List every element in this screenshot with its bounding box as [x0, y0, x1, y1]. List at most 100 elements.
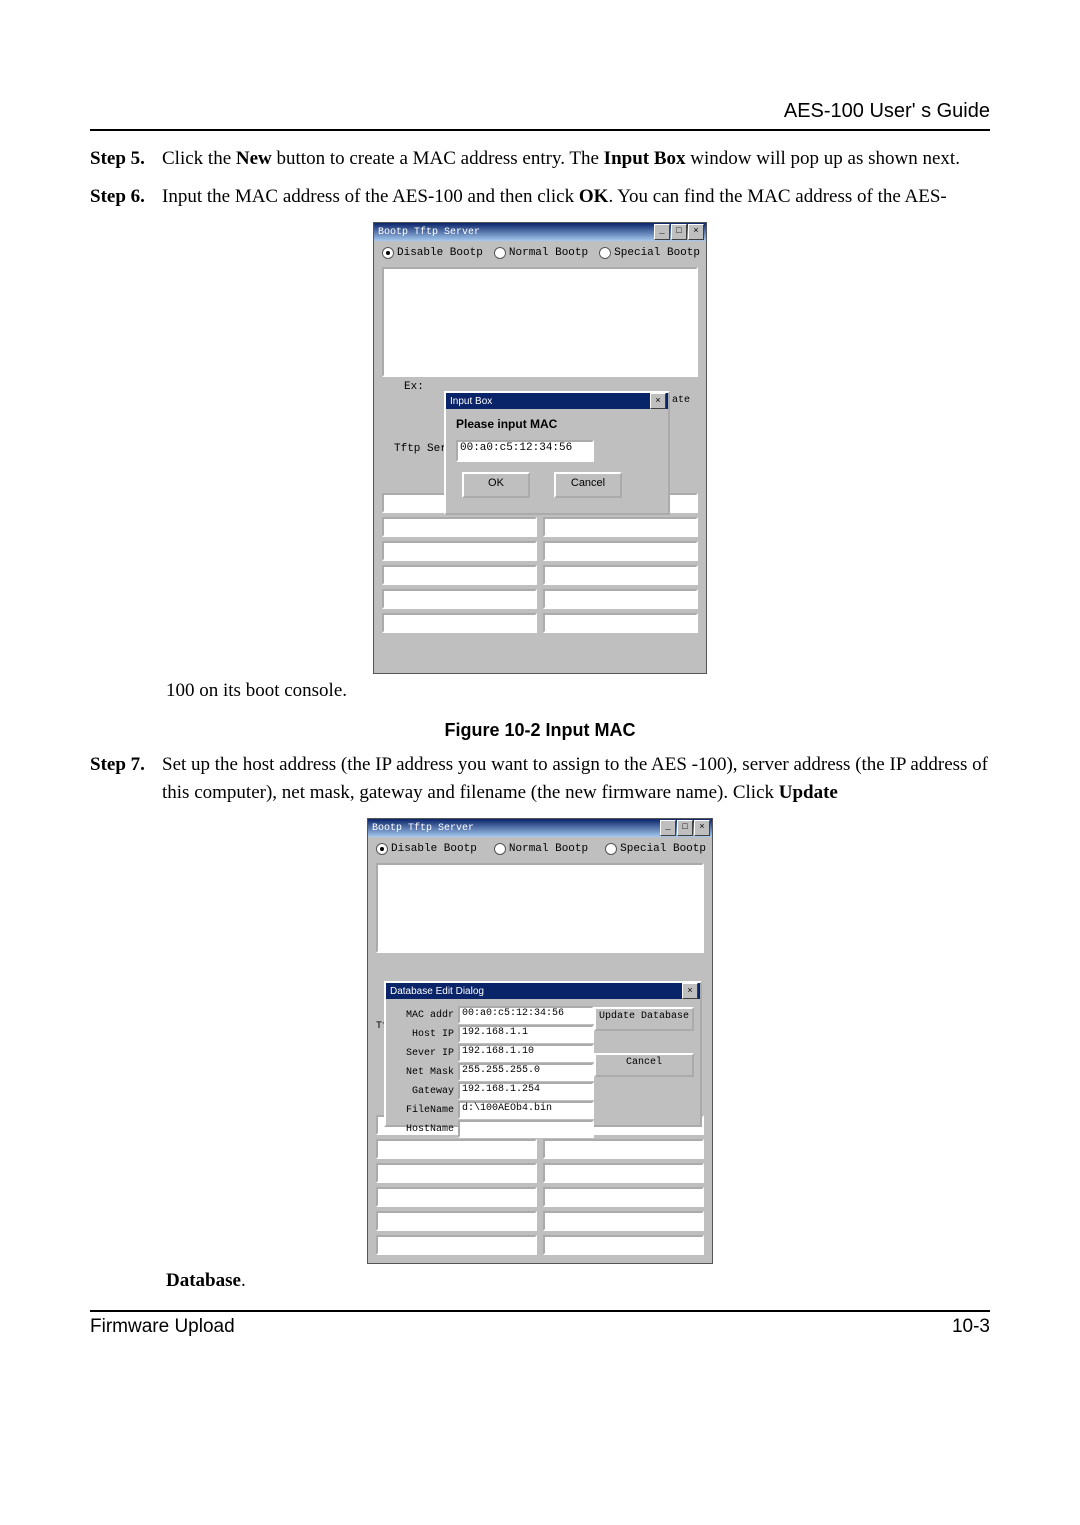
table-row — [376, 1163, 704, 1183]
figure-10-2-caption: Figure 10-2 Input MAC — [90, 720, 990, 741]
header-rule — [90, 129, 990, 131]
header-title: AES-100 User' s Guide — [90, 100, 990, 123]
win2-radios: Disable Bootp Normal Bootp Special Bootp — [368, 837, 712, 859]
filename-input[interactable]: d:\100AEOb4.bin — [458, 1101, 594, 1119]
table-cell — [543, 565, 698, 585]
table-cell — [543, 1235, 704, 1255]
table-row — [382, 541, 698, 561]
step-6: Step 6. Input the MAC address of the AES… — [90, 183, 990, 211]
radio-disable-label: Disable Bootp — [391, 843, 477, 855]
row-filename: FileNamed:\100AEOb4.bin — [394, 1101, 692, 1119]
table-cell — [376, 1163, 537, 1183]
table-row — [382, 613, 698, 633]
step6-t1: Input the MAC address of the AES-100 and… — [162, 186, 579, 207]
mac-addr-input[interactable]: 00:a0:c5:12:34:56 — [458, 1006, 594, 1024]
win2-list-area — [376, 863, 704, 953]
database-edit-dialog: Database Edit Dialog × MAC addr00:a0:c5:… — [384, 981, 702, 1127]
radio-icon — [599, 247, 611, 259]
step7-update: Update — [779, 782, 838, 803]
win2-titlebar: Bootp Tftp Server _ □ × — [368, 819, 712, 837]
sever-ip-input[interactable]: 192.168.1.10 — [458, 1044, 594, 1062]
step5-t2: button to create a MAC address entry. Th… — [272, 148, 604, 169]
table-cell — [543, 541, 698, 561]
radio-special-bootp[interactable]: Special Bootp — [599, 247, 700, 259]
step5-t1: Click the — [162, 148, 236, 169]
ok-button[interactable]: OK — [462, 472, 530, 498]
database-line: Database. — [166, 1270, 990, 1292]
footer-left: Firmware Upload — [90, 1316, 235, 1338]
table-row — [376, 1235, 704, 1255]
radio-disable-bootp[interactable]: Disable Bootp — [376, 843, 477, 855]
database-word: Database — [166, 1270, 241, 1291]
mac-input[interactable]: 00:a0:c5:12:34:56 — [456, 440, 594, 462]
close-icon[interactable]: × — [682, 983, 698, 999]
hostname-input[interactable] — [458, 1120, 594, 1138]
radio-normal-bootp[interactable]: Normal Bootp — [494, 843, 588, 855]
cancel-button[interactable]: Cancel — [554, 472, 622, 498]
step5-inputbox: Input Box — [604, 148, 686, 169]
filename-label: FileName — [394, 1105, 458, 1116]
sever-ip-label: Sever IP — [394, 1048, 458, 1059]
radio-special-label: Special Bootp — [614, 247, 700, 259]
row-hostname: HostName — [394, 1120, 692, 1138]
maximize-icon[interactable]: □ — [677, 820, 693, 836]
step-5-label: Step 5. — [90, 145, 162, 173]
step-5-text: Click the New button to create a MAC add… — [162, 145, 990, 173]
net-mask-input[interactable]: 255.255.255.0 — [458, 1063, 594, 1081]
radio-icon — [605, 843, 617, 855]
dialog1-titlebar: Input Box × — [446, 393, 668, 409]
close-icon[interactable]: × — [688, 224, 704, 240]
table-cell — [376, 1211, 537, 1231]
radio-normal-bootp[interactable]: Normal Bootp — [494, 247, 588, 259]
table-row — [382, 589, 698, 609]
footer-rule — [90, 1310, 990, 1312]
table-row — [376, 1187, 704, 1207]
bootp-window-2: Bootp Tftp Server _ □ × Disable Bootp No… — [367, 818, 713, 1264]
win1-grid — [374, 493, 706, 643]
table-row — [376, 1211, 704, 1231]
step-5: Step 5. Click the New button to create a… — [90, 145, 990, 173]
step-7: Step 7. Set up the host address (the IP … — [90, 751, 990, 806]
minimize-icon[interactable]: _ — [660, 820, 676, 836]
table-cell — [382, 589, 537, 609]
table-row — [382, 517, 698, 537]
table-cell — [382, 613, 537, 633]
step-6-label: Step 6. — [90, 183, 162, 211]
table-cell — [543, 589, 698, 609]
step6-continued: 100 on its boot console. — [166, 680, 990, 702]
gateway-label: Gateway — [394, 1086, 458, 1097]
figure-database-edit: Bootp Tftp Server _ □ × Disable Bootp No… — [90, 818, 990, 1264]
cancel-button[interactable]: Cancel — [594, 1053, 694, 1077]
host-ip-input[interactable]: 192.168.1.1 — [458, 1025, 594, 1043]
gateway-input[interactable]: 192.168.1.254 — [458, 1082, 594, 1100]
table-cell — [543, 1163, 704, 1183]
table-cell — [382, 565, 537, 585]
table-cell — [382, 541, 537, 561]
dialog2-title: Database Edit Dialog — [390, 986, 484, 997]
radio-icon — [494, 843, 506, 855]
radio-special-bootp[interactable]: Special Bootp — [605, 843, 706, 855]
footer: Firmware Upload 10-3 — [90, 1316, 990, 1338]
radio-special-label: Special Bootp — [620, 843, 706, 855]
figure-10-2: Bootp Tftp Server _ □ × Disable Bootp No… — [90, 222, 990, 674]
minimize-icon[interactable]: _ — [654, 224, 670, 240]
maximize-icon[interactable]: □ — [671, 224, 687, 240]
table-cell — [382, 517, 537, 537]
table-row — [382, 565, 698, 585]
win1-list-area — [382, 267, 698, 377]
dialog1-title: Input Box — [450, 396, 492, 407]
close-icon[interactable]: × — [650, 393, 666, 409]
step-7-text: Set up the host address (the IP address … — [162, 751, 990, 806]
step6-t2: . You can find the MAC address of the AE… — [608, 186, 946, 207]
ate-label: ate — [672, 395, 690, 406]
close-icon[interactable]: × — [694, 820, 710, 836]
win1-radios: Disable Bootp Normal Bootp Special Bootp — [374, 241, 706, 263]
dialog1-label: Please input MAC — [456, 417, 658, 431]
host-ip-label: Host IP — [394, 1029, 458, 1040]
table-cell — [543, 1211, 704, 1231]
dialog1-body: Please input MAC 00:a0:c5:12:34:56 OK Ca… — [446, 409, 668, 504]
dialog2-titlebar: Database Edit Dialog × — [386, 983, 700, 999]
radio-disable-bootp[interactable]: Disable Bootp — [382, 247, 483, 259]
update-database-button[interactable]: Update Database — [594, 1007, 694, 1031]
hostname-label: HostName — [394, 1124, 458, 1135]
